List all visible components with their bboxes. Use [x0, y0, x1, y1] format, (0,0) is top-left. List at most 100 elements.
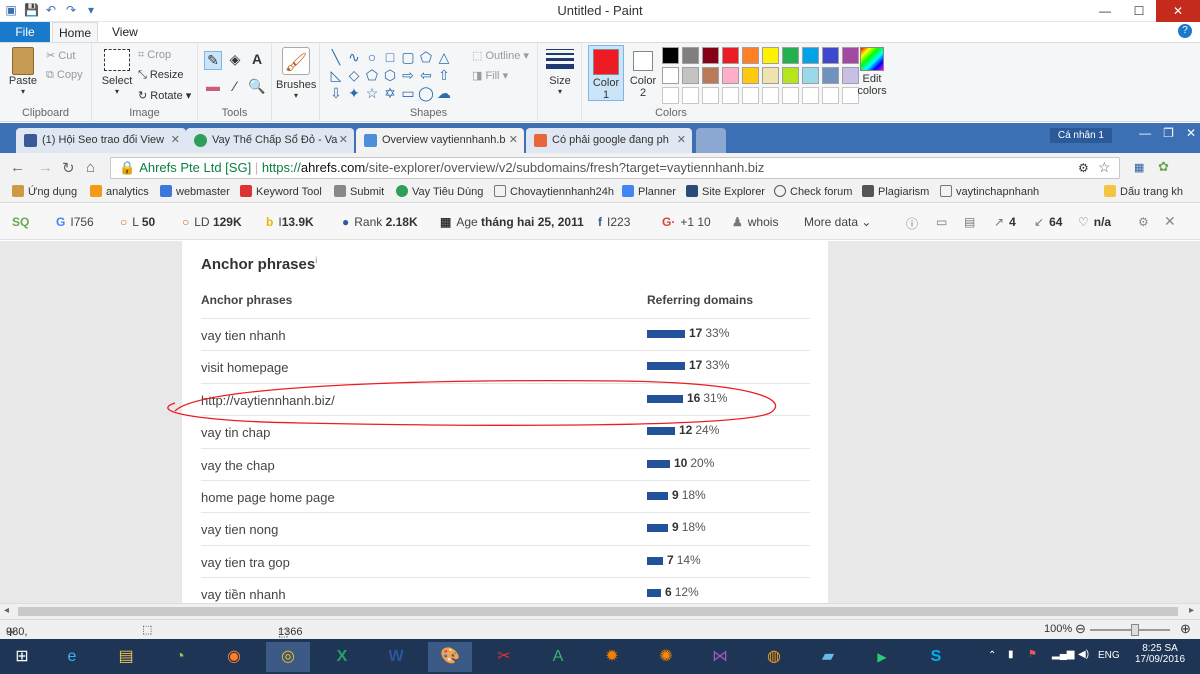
maximize-button[interactable]: ☐	[1122, 0, 1156, 22]
extension-icon[interactable]: ▦	[1134, 161, 1144, 174]
notes-app-icon[interactable]: ▰	[806, 642, 850, 672]
palette-swatch[interactable]	[802, 47, 819, 64]
word-icon[interactable]: W	[374, 642, 418, 672]
zoom-out-icon[interactable]: ⊖	[1075, 621, 1086, 637]
internet-explorer-icon[interactable]: e	[50, 642, 94, 672]
palette-swatch[interactable]	[762, 87, 779, 104]
triangle-shape-icon[interactable]: △	[436, 49, 452, 65]
browser-close-icon[interactable]: ✕	[1186, 126, 1196, 140]
browser-restore-icon[interactable]: ❐	[1163, 126, 1174, 140]
line-shape-icon[interactable]: ╲	[328, 49, 344, 65]
tab-close-icon[interactable]: ✕	[339, 128, 348, 153]
browser-tab-1[interactable]: (1) Hội Seo trao đổi View ✕	[16, 128, 186, 153]
tab-close-icon[interactable]: ✕	[677, 128, 686, 153]
palette-swatch[interactable]	[722, 87, 739, 104]
palette-swatch[interactable]	[742, 87, 759, 104]
right-triangle-shape-icon[interactable]: ◺	[328, 67, 344, 83]
scroll-right-icon[interactable]: ▸	[1189, 605, 1194, 616]
language-indicator[interactable]: ENG	[1098, 650, 1120, 661]
visual-studio-icon[interactable]: ⋈	[698, 642, 742, 672]
pentagon-shape-icon[interactable]: ⬠	[364, 67, 380, 83]
copy-button[interactable]: ⧉ Copy	[46, 69, 83, 82]
resize-button[interactable]: ⤡ Resize	[138, 69, 183, 82]
palette-swatch[interactable]	[822, 47, 839, 64]
file-explorer-icon[interactable]: ▤	[104, 642, 148, 672]
age-metric[interactable]: ▦ Age tháng hai 25, 2011	[440, 215, 584, 229]
hexagon-shape-icon[interactable]: ⬡	[382, 67, 398, 83]
palette-swatch[interactable]	[702, 67, 719, 84]
whois-link[interactable]: ♟ whois	[732, 215, 778, 229]
tab-home[interactable]: Home	[52, 22, 98, 42]
palette-swatch[interactable]	[742, 67, 759, 84]
firefox-icon[interactable]: ◉	[212, 642, 256, 672]
horizontal-scrollbar[interactable]: ◂ ▸	[0, 603, 1200, 619]
gplus-metric[interactable]: G· +1 10	[662, 215, 711, 229]
bookmark-vaytinchapnhanh[interactable]: vaytinchapnhanh	[940, 185, 1039, 198]
clock[interactable]: 8:25 SA 17/09/2016	[1134, 643, 1186, 665]
palette-swatch[interactable]	[662, 67, 679, 84]
palette-swatch[interactable]	[822, 87, 839, 104]
left-arrow-shape-icon[interactable]: ⇦	[418, 67, 434, 83]
select-button[interactable]: Select ▾	[100, 49, 134, 96]
palette-swatch[interactable]	[762, 67, 779, 84]
paste-button[interactable]: Paste ▾	[6, 47, 40, 96]
color-picker-icon[interactable]: ⁄	[226, 78, 244, 95]
avast-icon[interactable]: ✺	[644, 642, 688, 672]
external-links-metric[interactable]: ↗ 4	[994, 215, 1016, 229]
bookmark-webmaster[interactable]: webmaster	[160, 185, 230, 198]
bookmark-vay-tieu-dung[interactable]: Vay Tiêu Dùng	[396, 185, 483, 198]
palette-swatch[interactable]	[682, 87, 699, 104]
tab-view[interactable]: View	[112, 22, 138, 42]
snipping-tool-icon[interactable]: ✂	[482, 642, 526, 672]
down-arrow-shape-icon[interactable]: ⇩	[328, 85, 344, 101]
palette-swatch[interactable]	[782, 67, 799, 84]
rectangle-shape-icon[interactable]: □	[382, 49, 398, 65]
network-icon[interactable]: ▂▄▆	[1052, 649, 1074, 660]
settings-app-icon[interactable]: ✹	[590, 642, 634, 672]
site-settings-icon[interactable]: ⚙	[1078, 161, 1089, 175]
minimize-button[interactable]: —	[1088, 0, 1122, 22]
palette-swatch[interactable]	[702, 87, 719, 104]
color1-button[interactable]: Color 1	[588, 45, 624, 101]
settings-gear-icon[interactable]: ⚙	[1138, 215, 1149, 229]
media-app-icon[interactable]: ▶	[860, 642, 904, 672]
paint-taskbar-icon[interactable]: 🎨	[428, 642, 472, 672]
cloud-shape-icon[interactable]: ☁	[436, 85, 452, 101]
facebook-metric[interactable]: f I223	[598, 215, 630, 229]
eraser-icon[interactable]: ▬	[204, 78, 222, 95]
coccoc-icon[interactable]: ◔	[158, 642, 202, 672]
back-icon[interactable]: ←	[10, 159, 25, 176]
new-tab-button[interactable]	[696, 128, 726, 153]
seoquake-logo-icon[interactable]: SQ	[12, 215, 29, 229]
palette-swatch[interactable]	[682, 47, 699, 64]
link-domains-metric[interactable]: ○ LD 129K	[182, 215, 242, 229]
close-button[interactable]: ✕	[1156, 0, 1200, 22]
palette-swatch[interactable]	[782, 87, 799, 104]
polygon-shape-icon[interactable]: ⬠	[418, 49, 434, 65]
bookmark-analytics[interactable]: analytics	[90, 185, 149, 198]
home-icon[interactable]: ⌂	[86, 159, 95, 176]
tray-up-icon[interactable]: ⌃	[988, 650, 996, 661]
palette-swatch[interactable]	[722, 67, 739, 84]
density-icon[interactable]: ▤	[964, 215, 975, 229]
bookmark-plagiarism[interactable]: Plagiarism	[862, 185, 929, 198]
bookmark-other[interactable]: Dấu trang kh	[1104, 185, 1183, 198]
chrome-icon[interactable]: ◎	[266, 642, 310, 672]
palette-swatch[interactable]	[822, 67, 839, 84]
palette-swatch[interactable]	[662, 47, 679, 64]
tab-close-icon[interactable]: ✕	[171, 128, 180, 153]
browser-tab-2[interactable]: Vay Thế Chấp Sổ Đỏ - Va ✕	[186, 128, 354, 153]
pencil-icon[interactable]: ✎	[204, 51, 222, 70]
text-icon[interactable]: A	[248, 51, 266, 70]
nofollow-metric[interactable]: ♡ n/a	[1078, 215, 1111, 229]
tab-close-icon[interactable]: ✕	[509, 128, 518, 153]
profile-button[interactable]: Cá nhân 1	[1049, 128, 1112, 143]
help-icon[interactable]: ?	[1178, 24, 1192, 38]
color-palette[interactable]	[662, 47, 859, 104]
outline-button[interactable]: ⬚ Outline ▾	[472, 49, 529, 62]
excel-icon[interactable]: X	[320, 642, 364, 672]
bing-index-metric[interactable]: b I13.9K	[266, 215, 314, 229]
reload-icon[interactable]: ↻	[62, 159, 75, 177]
right-arrow-shape-icon[interactable]: ⇨	[400, 67, 416, 83]
shapes-gallery[interactable]: ╲ ∿ ○ □ ▢ ⬠ △ ◺ ◇ ⬠ ⬡ ⇨ ⇦ ⇧ ⇩ ✦ ☆ ✡ ▭ ◯ ☁	[328, 49, 452, 101]
